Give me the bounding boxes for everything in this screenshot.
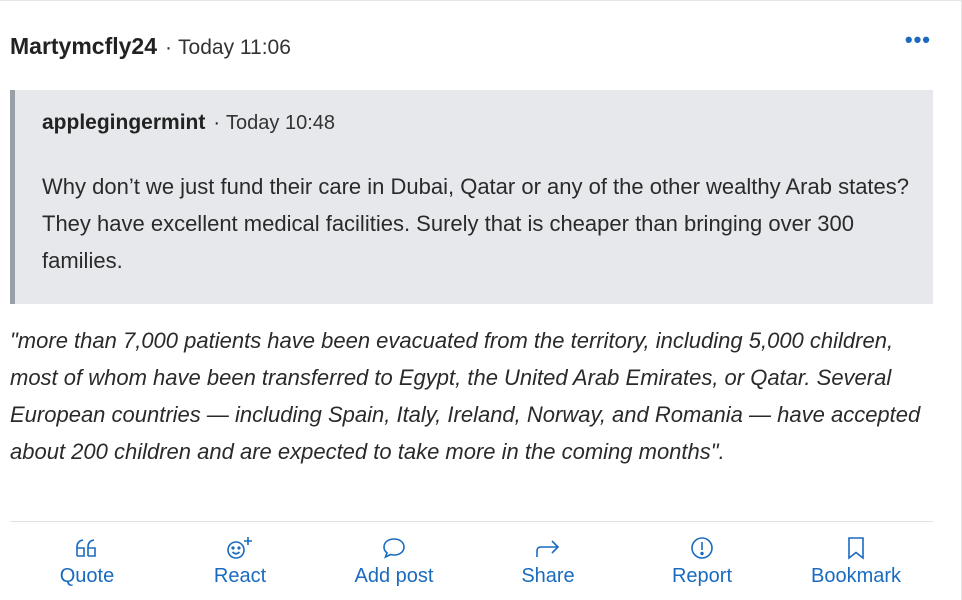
post-body: "more than 7,000 patients have been evac… <box>10 328 921 464</box>
quote-label: Quote <box>59 565 115 587</box>
quote-header: applegingermint · Today 10:48 <box>42 111 335 135</box>
post-header: Martymcfly24 · Today 11:06 <box>10 33 291 63</box>
bookmark-label: Bookmark <box>810 565 902 587</box>
share-label: Share <box>521 565 575 587</box>
post-author[interactable]: Martymcfly24 <box>10 33 157 60</box>
quote-button[interactable]: Quote <box>22 534 152 594</box>
react-smiley-icon <box>175 534 305 560</box>
actions-divider <box>10 521 933 522</box>
react-label: React <box>213 565 267 587</box>
post-timestamp[interactable]: Today 11:06 <box>178 36 291 60</box>
post-actions-bar: Quote React Add post Share Report Bookma… <box>0 534 962 594</box>
quote-timestamp[interactable]: Today 10:48 <box>226 112 335 135</box>
quote-author[interactable]: applegingermint <box>42 111 205 135</box>
react-button[interactable]: React <box>175 534 305 594</box>
share-arrow-icon <box>483 534 613 560</box>
forum-post: Martymcfly24 · Today 11:06 ••• appleging… <box>0 0 962 600</box>
report-button[interactable]: Report <box>637 534 767 594</box>
report-label: Report <box>671 565 733 587</box>
add-post-label: Add post <box>354 565 434 587</box>
quoted-post: applegingermint · Today 10:48 Why don’t … <box>10 90 933 304</box>
more-options-button[interactable]: ••• <box>905 29 931 51</box>
add-post-button[interactable]: Add post <box>329 534 459 594</box>
bookmark-icon <box>791 534 921 560</box>
quote-separator: · <box>213 112 221 134</box>
speech-bubble-icon <box>329 534 459 560</box>
exclamation-circle-icon <box>637 534 767 560</box>
header-separator: · <box>165 36 173 59</box>
quote-text: Why don’t we just fund their care in Dub… <box>42 174 910 273</box>
bookmark-button[interactable]: Bookmark <box>791 534 921 594</box>
quote-icon <box>22 534 152 560</box>
share-button[interactable]: Share <box>483 534 613 594</box>
